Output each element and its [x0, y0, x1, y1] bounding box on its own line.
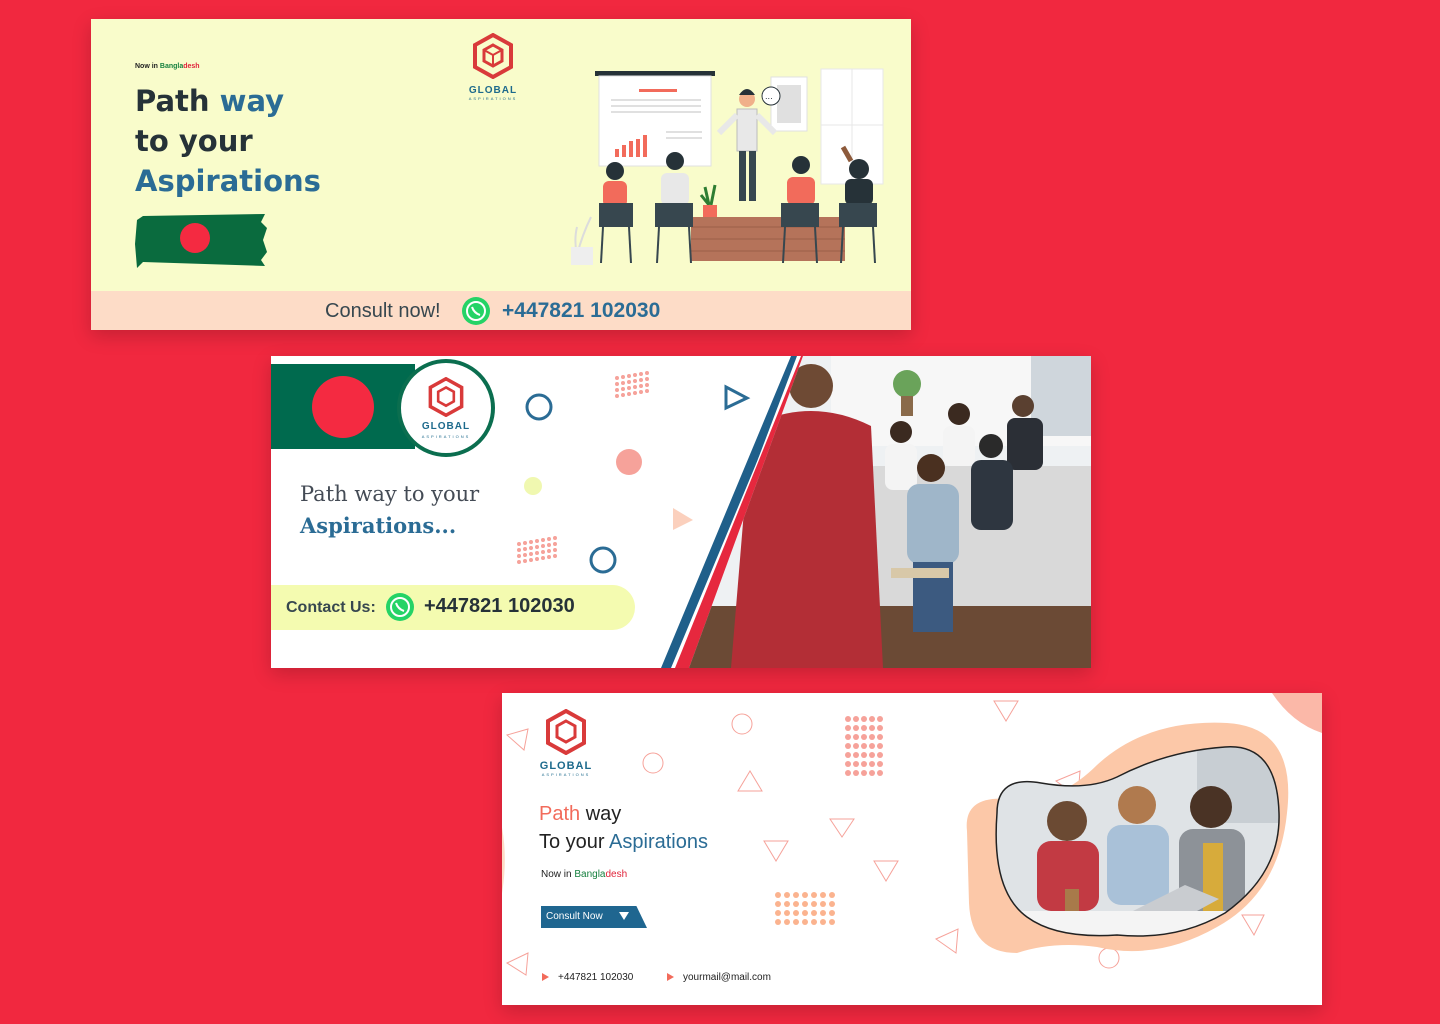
students-photo [966, 722, 1289, 953]
phone-number[interactable]: +447821 102030 [424, 595, 575, 618]
contact-phone[interactable]: +447821 102030 [542, 972, 633, 983]
global-aspirations-logo: GLOBAL ASPIRATIONS [463, 32, 523, 101]
consult-bar: Consult now! +447821 102030 [91, 291, 911, 330]
logo-mark-icon [473, 32, 513, 80]
play-triangle-icon [542, 973, 549, 982]
global-aspirations-logo: GLOBAL ASPIRATIONS [397, 359, 495, 457]
svg-text:...: ... [765, 92, 773, 101]
banner-1: Now in Bangladesh Path way to your Aspir… [91, 19, 911, 330]
now-in-tag: Now in Bangladesh [541, 869, 628, 880]
headline-line-2: Aspirations... [300, 513, 457, 538]
consult-label: Consult now! [325, 300, 441, 322]
chevron-down-icon [619, 912, 629, 920]
consult-now-button[interactable]: Consult Now [541, 906, 647, 928]
whatsapp-icon[interactable] [461, 296, 491, 326]
play-triangle-icon [667, 973, 674, 982]
contact-label: Contact Us: [286, 599, 376, 616]
bangladesh-flag-icon [135, 214, 267, 268]
phone-number[interactable]: +447821 102030 [502, 299, 660, 323]
headline-line-2: To your Aspirations [539, 831, 708, 853]
contact-pill: Contact Us: +447821 102030 [271, 585, 635, 630]
logo-mark-icon [546, 708, 586, 756]
global-aspirations-logo: GLOBAL ASPIRATIONS [536, 708, 596, 777]
headline-line-1: Path way [539, 803, 622, 825]
headline: Path way to your Aspirations [135, 84, 321, 198]
banner-2: GLOBAL ASPIRATIONS Path way to your Aspi… [271, 356, 1091, 668]
bangladesh-flag-icon [271, 364, 415, 449]
now-in-tag: Now in Bangladesh [135, 63, 200, 70]
banner-3: GLOBAL ASPIRATIONS Path way To your Aspi… [502, 693, 1322, 1005]
classroom-illustration-icon: ... [571, 68, 884, 265]
contact-email[interactable]: yourmail@mail.com [667, 972, 771, 983]
whatsapp-icon[interactable] [385, 592, 415, 622]
headline-line-1: Path way to your [300, 482, 480, 506]
logo-mark-icon [428, 377, 464, 417]
